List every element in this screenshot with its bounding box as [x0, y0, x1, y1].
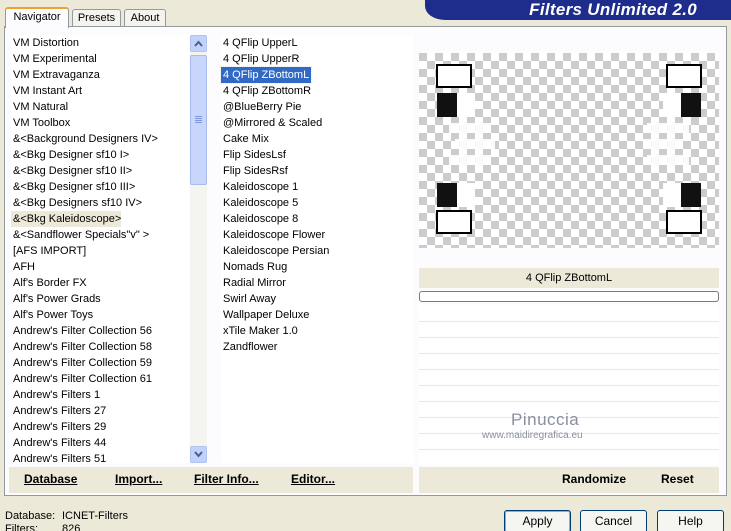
category-list-item[interactable]: &<Bkg Kaleidoscope> — [11, 211, 122, 227]
category-list-item[interactable]: &<Bkg Designer sf10 I> — [11, 147, 129, 163]
category-list-item[interactable]: Andrew's Filters 1 — [11, 387, 100, 403]
left-toolbar: Database Import... Filter Info... Editor… — [9, 467, 413, 493]
filters-count-label: Filters: — [5, 523, 38, 531]
title-banner: Filters Unlimited 2.0 — [425, 0, 731, 20]
filter-list[interactable]: 4 QFlip UpperL 4 QFlip UpperR 4 QFlip ZBot… — [219, 35, 413, 463]
filter-list-item[interactable]: Kaleidoscope 8 — [221, 211, 298, 227]
filter-list-item[interactable]: Flip SidesRsf — [221, 163, 288, 179]
category-list-item[interactable]: VM Toolbox — [11, 115, 70, 131]
category-list-item[interactable]: Andrew's Filter Collection 61 — [11, 371, 152, 387]
randomize-button[interactable]: Randomize — [562, 472, 626, 486]
filter-list-item[interactable]: Radial Mirror — [221, 275, 286, 291]
filter-list-item[interactable]: Swirl Away — [221, 291, 276, 307]
chevron-down-icon — [194, 451, 203, 458]
import-button[interactable]: Import... — [115, 472, 162, 486]
filter-list-item[interactable]: Flip SidesLsf — [221, 147, 286, 163]
navigator-panel: VM Distortion VM Experimental VM Extravaga… — [4, 26, 727, 496]
category-list[interactable]: VM Distortion VM Experimental VM Extravaga… — [11, 35, 189, 463]
category-list-item[interactable]: Andrew's Filter Collection 58 — [11, 339, 152, 355]
filter-list-item[interactable]: Zandflower — [221, 339, 277, 355]
category-list-item[interactable]: VM Extravaganza — [11, 67, 100, 83]
progress-bar — [419, 291, 719, 302]
parameter-area — [419, 305, 719, 465]
filter-list-item[interactable]: 4 QFlip UpperR — [221, 51, 299, 67]
chevron-up-icon — [194, 40, 203, 47]
category-list-item[interactable]: VM Distortion — [11, 35, 79, 51]
apply-button[interactable]: Apply — [504, 510, 571, 531]
database-button[interactable]: Database — [24, 472, 77, 486]
category-list-item[interactable]: &<Background Designers IV> — [11, 131, 158, 147]
category-list-item[interactable]: VM Instant Art — [11, 83, 82, 99]
category-list-item[interactable]: &<Bkg Designer sf10 II> — [11, 163, 132, 179]
filter-info-button[interactable]: Filter Info... — [194, 472, 259, 486]
filter-list-item[interactable]: Cake Mix — [221, 131, 269, 147]
tab-about[interactable]: About — [124, 9, 166, 27]
filter-list-item[interactable]: 4 QFlip UpperL — [221, 35, 298, 51]
category-list-item[interactable]: Andrew's Filters 44 — [11, 435, 106, 451]
category-list-item[interactable]: &<Bkg Designer sf10 III> — [11, 179, 135, 195]
category-list-item[interactable]: AFH — [11, 259, 35, 275]
category-list-item[interactable]: VM Natural — [11, 99, 68, 115]
database-value: ICNET-Filters — [62, 510, 128, 522]
category-list-item[interactable]: [AFS IMPORT] — [11, 243, 86, 259]
filter-list-item[interactable]: Kaleidoscope Flower — [221, 227, 325, 243]
category-list-item[interactable]: Andrew's Filters 27 — [11, 403, 106, 419]
app-title: Filters Unlimited 2.0 — [529, 0, 697, 19]
category-list-item[interactable]: Andrew's Filter Collection 56 — [11, 323, 152, 339]
scroll-down-button[interactable] — [190, 446, 207, 463]
preview-image — [419, 53, 719, 248]
category-list-item[interactable]: &<Bkg Designers sf10 IV> — [11, 195, 142, 211]
filter-list-item[interactable]: Kaleidoscope 1 — [221, 179, 298, 195]
cancel-button[interactable]: Cancel — [580, 510, 647, 531]
category-list-item[interactable]: Andrew's Filter Collection 59 — [11, 355, 152, 371]
category-list-item[interactable]: Alf's Border FX — [11, 275, 87, 291]
filter-list-item[interactable]: Kaleidoscope Persian — [221, 243, 329, 259]
category-list-item[interactable]: Alf's Power Toys — [11, 307, 93, 323]
category-list-item[interactable]: &<Sandflower Specials"v" > — [11, 227, 149, 243]
filter-list-item[interactable]: @BlueBerry Pie — [221, 99, 301, 115]
filters-count-value: 826 — [62, 523, 81, 531]
filter-list-item[interactable]: Wallpaper Deluxe — [221, 307, 309, 323]
filter-list-item[interactable]: xTile Maker 1.0 — [221, 323, 298, 339]
tab-navigator[interactable]: Navigator — [5, 7, 69, 28]
scroll-thumb[interactable] — [190, 55, 207, 185]
watermark-site: www.maidiregrafica.eu — [482, 430, 583, 441]
filter-list-item[interactable]: 4 QFlip ZBottomR — [221, 83, 311, 99]
category-scrollbar[interactable] — [190, 35, 207, 463]
right-toolbar: Randomize Reset — [419, 467, 719, 493]
filter-list-item[interactable]: Kaleidoscope 5 — [221, 195, 298, 211]
category-list-item[interactable]: Alf's Power Grads — [11, 291, 101, 307]
filter-list-item[interactable]: Nomads Rug — [221, 259, 287, 275]
database-label: Database: — [5, 510, 56, 522]
editor-button[interactable]: Editor... — [291, 472, 335, 486]
scroll-up-button[interactable] — [190, 35, 207, 52]
watermark-name: Pinuccia — [511, 410, 580, 429]
category-list-item[interactable]: Andrew's Filters 29 — [11, 419, 106, 435]
category-list-item[interactable]: Andrew's Filters 51 — [11, 451, 106, 463]
reset-button[interactable]: Reset — [661, 472, 694, 486]
category-list-item[interactable]: VM Experimental — [11, 51, 97, 67]
help-button[interactable]: Help — [657, 510, 724, 531]
filter-list-item[interactable]: 4 QFlip ZBottomL — [219, 66, 313, 84]
tab-presets[interactable]: Presets — [72, 9, 121, 27]
preview-filter-name: 4 QFlip ZBottomL — [419, 268, 719, 288]
filter-list-item[interactable]: @Mirrored & Scaled — [221, 115, 322, 131]
